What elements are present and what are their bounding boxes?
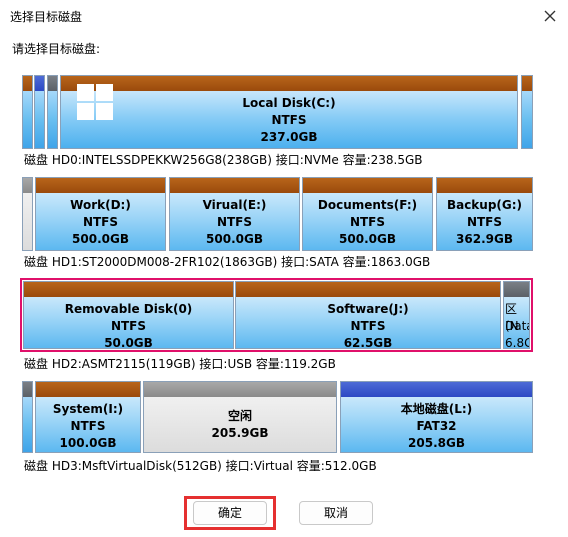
partition-local-disk-c[interactable]: Local Disk(C:) NTFS 237.0GB — [60, 75, 518, 149]
partition-work-d[interactable]: Work(D:) NTFS 500.0GB — [35, 177, 166, 251]
disk-info-hd3: 磁盘 HD3:MsftVirtualDisk(512GB) 接口:Virtual… — [24, 459, 377, 473]
partition-size: 205.8GB — [408, 436, 465, 450]
partition-fs: FAT32 — [416, 419, 457, 433]
close-icon[interactable] — [540, 6, 560, 26]
partition-name: Local Disk(C:) — [242, 96, 336, 110]
partition-size: 500.0GB — [339, 232, 396, 246]
partition-fs: NTFS — [466, 215, 503, 229]
partition-fs: NTFS — [349, 215, 386, 229]
partition-software-j[interactable]: Software(J:) NTFS 62.5GB — [235, 281, 501, 349]
partition-hd0-1[interactable] — [22, 75, 33, 149]
partition-fs: NTFS — [350, 319, 386, 333]
partition-size: 100.0GB — [59, 436, 117, 450]
partition-name: Documents(F:) — [317, 198, 418, 212]
cancel-button[interactable]: 取消 — [299, 501, 373, 525]
partition-virual-e[interactable]: Virual(E:) NTFS 500.0GB — [169, 177, 300, 251]
partition-name: Removable Disk(0) — [64, 302, 193, 316]
partition-fs: NTFS — [271, 113, 307, 127]
partition-backup-g[interactable]: Backup(G:) NTFS 362.9GB — [436, 177, 533, 251]
disk-row-hd2-selected[interactable]: Removable Disk(0) NTFS 50.0GB Software(J… — [20, 278, 533, 352]
partition-fs: NTFS — [70, 419, 106, 433]
disk-info-hd2: 磁盘 HD2:ASMT2115(119GB) 接口:USB 容量:119.2GB — [24, 357, 336, 371]
partition-name: Virual(E:) — [202, 198, 267, 212]
partition-documents-f[interactable]: Documents(F:) NTFS 500.0GB — [302, 177, 433, 251]
partition-local-disk-l[interactable]: 本地磁盘(L:) FAT32 205.8GB — [340, 381, 533, 453]
partition-size: 6.8GE — [505, 336, 529, 349]
partition-name: 空闲 — [227, 409, 252, 423]
partition-removable-disk[interactable]: Removable Disk(0) NTFS 50.0GB — [23, 281, 234, 349]
partition-hd0-2[interactable] — [34, 75, 45, 149]
disk-row-hd0[interactable]: Local Disk(C:) NTFS 237.0GB — [22, 75, 533, 149]
partition-hd0-5[interactable] — [521, 75, 533, 149]
disk-info-hd1: 磁盘 HD1:ST2000DM008-2FR102(1863GB) 接口:SAT… — [24, 255, 431, 269]
partition-name: Backup(G:) — [446, 198, 523, 212]
partition-fs: NTFS — [110, 319, 147, 333]
partition-hd3-1[interactable] — [22, 381, 33, 453]
partition-hd1-1[interactable] — [22, 177, 33, 251]
partition-size: 362.9GB — [456, 232, 513, 246]
partition-free-space[interactable]: 空闲 205.9GB — [143, 381, 337, 453]
partition-size: 62.5GB — [343, 336, 393, 349]
partition-size: 500.0GB — [206, 232, 263, 246]
partition-size: 50.0GB — [104, 336, 153, 349]
partition-system-i[interactable]: System(I:) NTFS 100.0GB — [35, 381, 141, 453]
partition-name: Work(D:) — [70, 198, 131, 212]
partition-size: 205.9GB — [211, 426, 269, 440]
partition-fs: Data — [505, 319, 529, 333]
ok-button[interactable]: 确定 — [193, 501, 267, 525]
disk-row-hd1[interactable]: Work(D:) NTFS 500.0GB Virual(E:) NTFS 50… — [22, 177, 533, 251]
partition-size: 237.0GB — [260, 130, 318, 144]
partition-data-n[interactable]: 区(N Data 6.8GE — [503, 281, 530, 349]
disk-info-hd0: 磁盘 HD0:INTELSSDPEKKW256G8(238GB) 接口:NVMe… — [24, 153, 423, 167]
partition-fs: NTFS — [82, 215, 119, 229]
disk-row-hd3[interactable]: System(I:) NTFS 100.0GB 空闲 205.9GB 本地磁盘(… — [22, 381, 533, 453]
dialog-titlebar: 选择目标磁盘 — [0, 0, 568, 32]
partition-name: System(I:) — [52, 402, 124, 416]
select-prompt: 请选择目标磁盘: — [12, 42, 101, 56]
partition-size: 500.0GB — [72, 232, 129, 246]
dialog-title: 选择目标磁盘 — [10, 10, 83, 24]
partition-hd0-3[interactable] — [47, 75, 58, 149]
partition-name: 本地磁盘(L:) — [400, 402, 473, 416]
partition-name: Software(J:) — [327, 302, 409, 316]
partition-fs: NTFS — [216, 215, 253, 229]
